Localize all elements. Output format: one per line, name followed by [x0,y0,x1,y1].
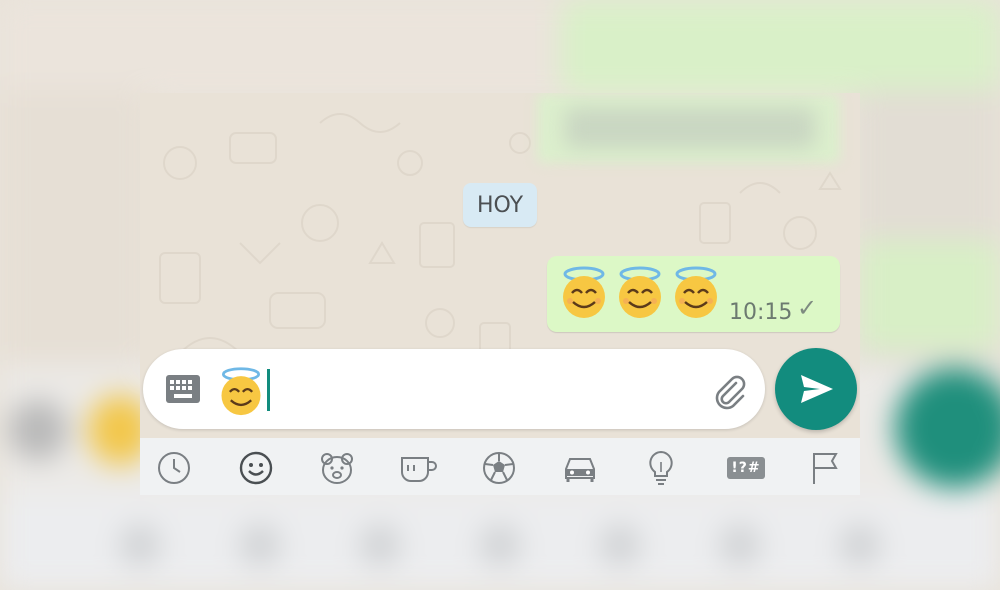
message-input-bar[interactable] [143,349,765,429]
activity-icon[interactable] [479,448,519,488]
send-button[interactable] [775,348,857,430]
keyboard-icon[interactable] [165,374,201,404]
travel-icon[interactable] [560,448,600,488]
animals-icon[interactable] [317,448,357,488]
smileys-icon[interactable] [236,448,276,488]
smiling-face-with-halo-icon [221,367,261,416]
message-time: 10:15 [729,300,793,325]
objects-icon[interactable] [641,448,681,488]
symbols-icon[interactable]: !?# [722,448,770,488]
smiling-face-with-halo-icon [619,266,661,318]
date-separator: HOY [463,183,537,227]
smiling-face-with-halo-icon [563,266,605,318]
flags-icon[interactable] [805,448,845,488]
recent-icon[interactable] [154,448,194,488]
outgoing-message-bubble[interactable]: 10:15 ✓ [547,256,840,332]
send-arrow-icon [801,375,833,403]
food-icon[interactable] [398,448,438,488]
message-emoji-row [559,264,721,320]
smiling-face-with-halo-icon [675,266,717,318]
text-cursor [267,369,270,411]
sent-check-icon: ✓ [797,294,818,322]
paperclip-icon[interactable] [709,370,749,410]
emoji-category-tabs: !?# [140,438,860,495]
chat-screen: HOY 10:15 ✓ !?# [140,93,860,495]
